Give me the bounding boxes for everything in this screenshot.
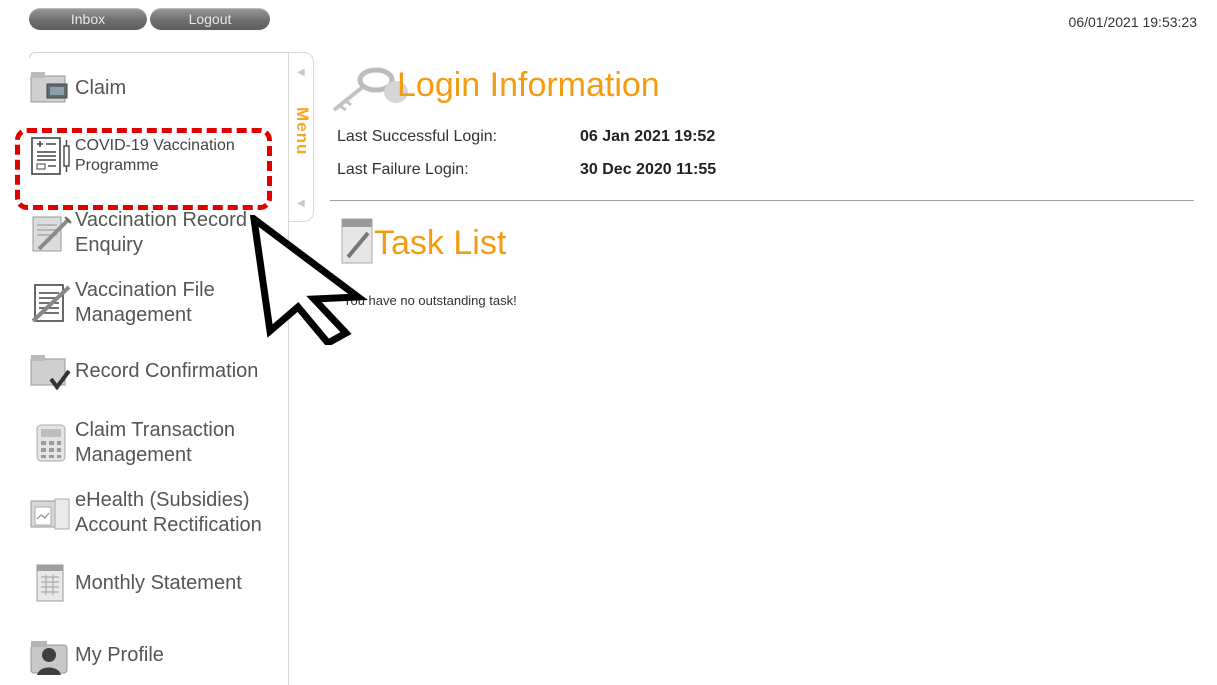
mouse-pointer-icon xyxy=(250,215,368,345)
sidebar-item-label: Monthly Statement xyxy=(75,571,242,594)
last-success-value: 06 Jan 2021 19:52 xyxy=(580,128,716,145)
sidebar-item-covid-19-vaccination-programme[interactable]: COVID-19 Vaccination Programme xyxy=(15,128,287,210)
sidebar-frame xyxy=(29,52,289,58)
collapse-arrow-icon: ◀ xyxy=(297,67,305,78)
account-rectification-icon xyxy=(30,498,70,530)
sidebar-item-claim[interactable]: Claim xyxy=(29,66,287,110)
sidebar-item-record-confirmation[interactable]: Record Confirmation xyxy=(29,349,287,393)
label-line-1: Claim Transaction xyxy=(75,419,236,441)
last-success-label: Last Successful Login: xyxy=(337,128,498,145)
label-line-2: Account Rectification xyxy=(75,514,262,536)
sidebar-item-vaccination-file-management[interactable]: Vaccination File Management xyxy=(29,278,287,328)
record-confirmation-icon xyxy=(30,355,71,391)
last-failure-label: Last Failure Login: xyxy=(337,161,469,178)
sidebar-item-my-profile[interactable]: My Profile xyxy=(29,633,287,677)
sidebar-menu: Claim COVID-19 Vaccination Programme Vac… xyxy=(15,52,289,685)
page-root: { "header": { "inbox_label": "Inbox", "l… xyxy=(0,0,1217,685)
sidebar-item-claim-transaction-management[interactable]: Claim Transaction Management xyxy=(29,418,287,468)
sidebar-item-label: My Profile xyxy=(75,643,164,666)
claim-icon xyxy=(30,72,68,103)
label-line-2: Management xyxy=(75,444,192,466)
sidebar-item-monthly-statement[interactable]: Monthly Statement xyxy=(29,561,287,605)
sidebar-item-label: Vaccination File Management xyxy=(75,278,215,328)
file-management-icon xyxy=(31,284,71,323)
label-line-2: Management xyxy=(75,304,192,326)
sidebar-item-label: eHealth (Subsidies) Account Rectificatio… xyxy=(75,488,262,538)
label-line-1: eHealth (Subsidies) xyxy=(75,489,250,511)
menu-tab-label: Menu xyxy=(293,107,312,156)
main-content: Login Information Last Successful Login:… xyxy=(330,52,1200,672)
sidebar-item-label: Vaccination Record Enquiry xyxy=(75,208,247,258)
label-line-2: Enquiry xyxy=(75,234,143,256)
record-enquiry-icon xyxy=(32,216,72,252)
menu-collapse-tab[interactable]: ◀ Menu ◀ xyxy=(289,52,314,222)
highlight-box xyxy=(15,128,272,210)
logout-button[interactable]: Logout xyxy=(150,8,270,30)
last-failure-value: 30 Dec 2020 11:55 xyxy=(580,161,717,178)
sidebar-item-vaccination-record-enquiry[interactable]: Vaccination Record Enquiry xyxy=(29,208,287,258)
current-datetime: 06/01/2021 19:53:23 xyxy=(1068,14,1197,30)
section-divider xyxy=(330,200,1194,201)
statement-icon xyxy=(36,564,64,602)
login-info-title: Login Information xyxy=(397,66,660,104)
inbox-button[interactable]: Inbox xyxy=(29,8,147,30)
task-list-title: Task List xyxy=(374,224,507,262)
profile-icon xyxy=(30,641,68,675)
sidebar-item-label: Record Confirmation xyxy=(75,359,259,382)
sidebar-item-label: Claim Transaction Management xyxy=(75,418,235,468)
label-line-1: Vaccination Record xyxy=(75,209,247,231)
collapse-arrow-icon: ◀ xyxy=(297,198,305,209)
label-line-1: Vaccination File xyxy=(75,279,215,301)
sidebar-item-ehealth-account-rectification[interactable]: eHealth (Subsidies) Account Rectificatio… xyxy=(29,488,287,538)
calculator-icon xyxy=(36,424,66,462)
sidebar-item-label: Claim xyxy=(75,76,127,99)
